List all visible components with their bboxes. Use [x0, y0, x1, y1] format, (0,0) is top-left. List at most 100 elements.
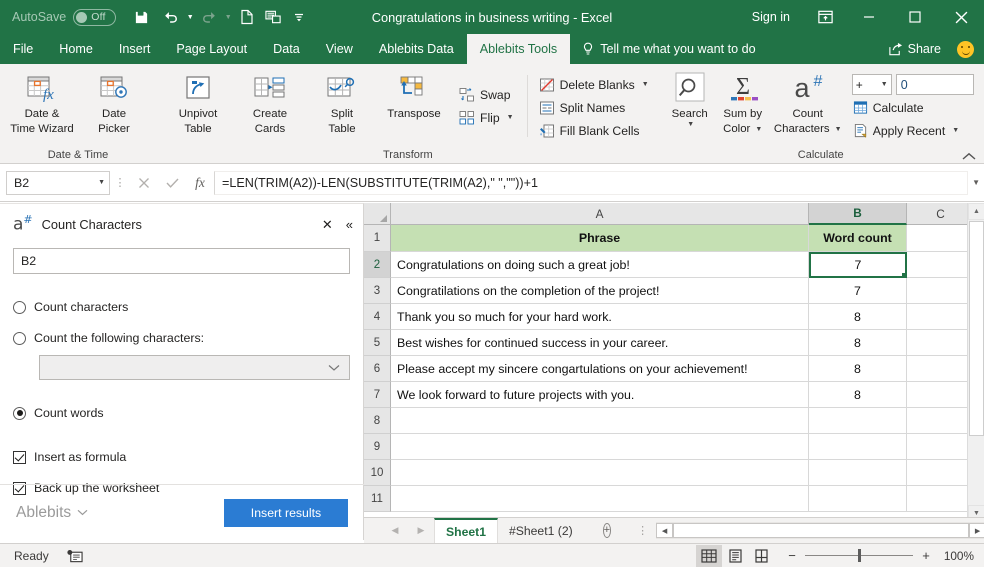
cell-c1[interactable]	[907, 225, 975, 252]
column-header-a[interactable]: A	[391, 203, 809, 225]
fill-blank-cells-button[interactable]: Fill Blank Cells	[534, 119, 654, 142]
zoom-out-button[interactable]: −	[786, 548, 798, 563]
minimize-button[interactable]	[846, 0, 892, 34]
select-all-corner[interactable]	[364, 203, 391, 225]
tab-home[interactable]: Home	[46, 34, 106, 64]
cell-a10[interactable]	[391, 460, 809, 486]
search-dropdown-icon[interactable]: ▼	[687, 121, 694, 128]
sheet-tab-sheet1[interactable]: Sheet1	[434, 517, 498, 544]
unpivot-table-button[interactable]: Unpivot Table	[162, 69, 234, 139]
row-header-3[interactable]: 3	[364, 278, 391, 304]
column-header-b[interactable]: B	[809, 203, 907, 225]
option-count-following-characters[interactable]: Count the following characters:	[13, 327, 350, 349]
cancel-icon[interactable]	[130, 171, 158, 195]
tab-file[interactable]: File	[0, 34, 46, 64]
swap-button[interactable]: Swap	[454, 83, 519, 106]
row-header-9[interactable]: 9	[364, 434, 391, 460]
transpose-button[interactable]: Transpose	[378, 69, 450, 124]
row-header-6[interactable]: 6	[364, 356, 391, 382]
record-macro-icon[interactable]	[67, 549, 83, 563]
date-picker-button[interactable]: Date Picker	[78, 69, 150, 139]
row-header-4[interactable]: 4	[364, 304, 391, 330]
sheet-prev-icon[interactable]: ◀	[382, 520, 408, 542]
cell-c2[interactable]	[907, 252, 975, 278]
cell-b11[interactable]	[809, 486, 907, 512]
tab-ablebits-data[interactable]: Ablebits Data	[366, 34, 467, 64]
undo-dropdown-icon[interactable]: ▼	[184, 3, 196, 31]
scroll-left-arrow-icon[interactable]: ◀	[656, 523, 674, 538]
cell-a5[interactable]: Best wishes for continued success in you…	[391, 330, 809, 356]
collapse-icon[interactable]: «	[346, 218, 353, 231]
horizontal-scroll-thumb[interactable]	[673, 523, 970, 538]
formula-bar-grip[interactable]: ⋮	[110, 176, 130, 189]
zoom-slider[interactable]	[805, 549, 913, 562]
row-header-10[interactable]: 10	[364, 460, 391, 486]
tab-data[interactable]: Data	[260, 34, 313, 64]
split-names-button[interactable]: Split Names	[534, 96, 654, 119]
tab-view[interactable]: View	[313, 34, 366, 64]
add-sheet-button[interactable]: +	[602, 523, 612, 538]
cell-a1[interactable]: Phrase	[391, 225, 809, 252]
row-header-11[interactable]: 11	[364, 486, 391, 512]
cell-b9[interactable]	[809, 434, 907, 460]
option-count-words[interactable]: Count words	[13, 402, 350, 424]
cell-b8[interactable]	[809, 408, 907, 434]
cell-c10[interactable]	[907, 460, 975, 486]
customize-qat-icon[interactable]	[286, 3, 312, 31]
cell-c3[interactable]	[907, 278, 975, 304]
apply-recent-button[interactable]: Apply Recent ▼	[848, 119, 976, 142]
cell-b6[interactable]: 8	[809, 356, 907, 382]
normal-view-icon[interactable]	[696, 544, 722, 567]
date-time-wizard-button[interactable]: fx Date & Time Wizard	[6, 69, 78, 139]
sheetbar-grip[interactable]: ⋮	[637, 524, 648, 537]
row-header-7[interactable]: 7	[364, 382, 391, 408]
cell-c8[interactable]	[907, 408, 975, 434]
tab-page-layout[interactable]: Page Layout	[163, 34, 260, 64]
cell-c6[interactable]	[907, 356, 975, 382]
scroll-up-arrow-icon[interactable]: ▲	[968, 203, 984, 220]
cell-a8[interactable]	[391, 408, 809, 434]
tab-insert[interactable]: Insert	[106, 34, 164, 64]
checkbox-insert-as-formula-row[interactable]: Insert as formula	[13, 446, 350, 468]
operator-dropdown-icon[interactable]: ▼	[881, 81, 888, 88]
vertical-scroll-thumb[interactable]	[969, 221, 984, 436]
following-characters-combobox[interactable]	[39, 355, 350, 380]
ribbon-display-options-icon[interactable]	[804, 0, 846, 34]
autosave-toggle[interactable]: Off	[73, 8, 117, 26]
row-header-8[interactable]: 8	[364, 408, 391, 434]
cell-a7[interactable]: We look forward to future projects with …	[391, 382, 809, 408]
row-header-1[interactable]: 1	[364, 225, 391, 252]
cell-c11[interactable]	[907, 486, 975, 512]
zoom-level[interactable]: 100%	[936, 549, 974, 563]
split-table-button[interactable]: Split Table	[306, 69, 378, 139]
cell-b1[interactable]: Word count	[809, 225, 907, 252]
sign-in-button[interactable]: Sign in	[738, 10, 804, 24]
insert-function-icon[interactable]: fx	[186, 171, 214, 195]
delete-blanks-button[interactable]: Delete Blanks ▼	[534, 73, 654, 96]
cell-b7[interactable]: 8	[809, 382, 907, 408]
tell-me-search[interactable]: Tell me what you want to do	[570, 34, 756, 64]
column-header-c[interactable]: C	[907, 203, 975, 225]
cell-b5[interactable]: 8	[809, 330, 907, 356]
apply-recent-dropdown-icon[interactable]: ▼	[952, 127, 959, 134]
share-button[interactable]: Share	[878, 42, 951, 56]
ablebits-brand-menu[interactable]: Ablebits	[16, 504, 88, 522]
zoom-in-button[interactable]: +	[920, 548, 932, 563]
sheet-tab-sheet1-2[interactable]: #Sheet1 (2)	[498, 518, 584, 544]
cell-a11[interactable]	[391, 486, 809, 512]
flip-button[interactable]: Flip ▼	[454, 106, 519, 129]
cell-c7[interactable]	[907, 382, 975, 408]
maximize-button[interactable]	[892, 0, 938, 34]
collapse-ribbon-button[interactable]	[962, 152, 976, 161]
name-box[interactable]: B2 ▼	[6, 170, 110, 195]
save-icon[interactable]	[128, 3, 154, 31]
new-file-icon[interactable]	[234, 3, 260, 31]
sum-by-color-dropdown-icon[interactable]: ▼	[755, 123, 762, 136]
checkbox-insert-as-formula[interactable]	[13, 450, 26, 464]
option-count-characters[interactable]: Count characters	[13, 296, 350, 318]
radio-count-following-characters[interactable]	[13, 331, 26, 345]
zoom-slider-thumb[interactable]	[858, 549, 861, 562]
cell-b3[interactable]: 7	[809, 278, 907, 304]
feedback-smiley-icon[interactable]	[957, 40, 974, 58]
tab-ablebits-tools[interactable]: Ablebits Tools	[466, 34, 571, 64]
